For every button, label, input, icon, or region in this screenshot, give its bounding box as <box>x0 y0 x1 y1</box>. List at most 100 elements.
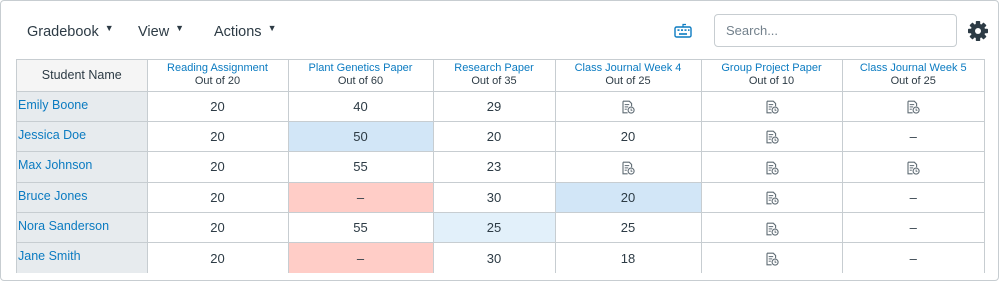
grade-cell[interactable]: – <box>287 242 434 274</box>
view-menu-button[interactable]: View ▼ <box>138 21 184 43</box>
points-possible: Out of 35 <box>471 75 517 88</box>
assignment-header[interactable]: Plant Genetics Paper Out of 60 <box>287 60 434 92</box>
grade-cell[interactable]: – <box>287 181 434 214</box>
grade-cell[interactable]: 20 <box>146 181 289 214</box>
grade-cell[interactable]: – <box>841 242 984 274</box>
grade-value: 25 <box>486 220 502 236</box>
assignment-name-link[interactable]: Plant Genetics Paper <box>289 62 433 75</box>
keyboard-shortcuts-button[interactable] <box>673 23 693 39</box>
assignment-name-link[interactable]: Reading Assignment <box>148 62 288 75</box>
grade-cell[interactable] <box>554 90 702 122</box>
grade-cell[interactable]: 55 <box>287 212 434 244</box>
grade-value: 55 <box>353 159 368 175</box>
student-name-link[interactable]: Bruce Jones <box>18 189 87 203</box>
assignment-header[interactable]: Research Paper Out of 35 <box>432 60 556 92</box>
student-row: Bruce Jones 20 – 30 20 – <box>17 181 984 214</box>
assignment-name-link[interactable]: Class Journal Week 5 <box>843 62 985 75</box>
grade-cell[interactable]: 23 <box>432 151 556 183</box>
actions-menu-button[interactable]: Actions ▼ <box>214 21 276 43</box>
grade-cell[interactable] <box>700 151 843 183</box>
student-name-header[interactable]: Student Name <box>17 60 148 92</box>
grade-cell[interactable]: 29 <box>432 90 556 122</box>
grade-cell[interactable]: 20 <box>554 120 702 153</box>
student-cell: Nora Sanderson <box>17 212 148 244</box>
assignment-header[interactable]: Reading Assignment Out of 20 <box>146 60 289 92</box>
grade-cell[interactable]: 30 <box>432 242 556 274</box>
gradebook-menu-label: Gradebook <box>27 24 99 40</box>
student-row: Jessica Doe 20 50 20 20 – <box>17 120 984 153</box>
grade-value: 40 <box>353 98 368 114</box>
grade-cell[interactable]: 20 <box>146 151 289 183</box>
caret-down-icon: ▼ <box>104 23 114 33</box>
grade-cell[interactable]: 20 <box>146 120 289 153</box>
points-possible: Out of 10 <box>748 75 795 88</box>
grade-cell[interactable] <box>554 151 702 183</box>
grade-cell[interactable] <box>841 151 984 183</box>
grade-cell[interactable]: 18 <box>554 242 702 274</box>
grade-cell[interactable]: – <box>841 212 984 244</box>
grade-cell[interactable] <box>700 120 843 153</box>
gradebook-menu-button[interactable]: Gradebook ▼ <box>27 21 114 43</box>
student-name-link[interactable]: Emily Boone <box>18 98 88 112</box>
grade-value: 30 <box>486 250 502 266</box>
submission-icon <box>622 100 635 114</box>
grades-body: Emily Boone 20 40 29 Jessica Doe 20 50 20 20 – Max… <box>17 90 984 274</box>
student-cell: Bruce Jones <box>17 181 148 214</box>
grade-value: 20 <box>620 129 636 145</box>
points-possible: Out of 25 <box>890 75 936 88</box>
grade-value: 25 <box>620 220 636 236</box>
keyboard-icon <box>674 23 692 38</box>
submission-icon <box>907 100 920 114</box>
grade-cell[interactable] <box>841 90 984 122</box>
grade-cell[interactable]: 50 <box>287 120 434 153</box>
grade-cell[interactable] <box>700 90 843 122</box>
submission-icon <box>622 161 635 175</box>
grade-value: 20 <box>210 220 225 236</box>
submission-icon <box>765 100 779 114</box>
settings-button[interactable] <box>967 20 989 42</box>
grade-value: 20 <box>210 250 225 266</box>
grade-cell[interactable]: 25 <box>554 212 702 244</box>
assignment-header[interactable]: Group Project Paper Out of 10 <box>700 60 843 92</box>
assignment-header[interactable]: Class Journal Week 4 Out of 25 <box>554 60 702 92</box>
student-name-link[interactable]: Nora Sanderson <box>18 219 109 233</box>
grade-value: 18 <box>620 250 636 266</box>
student-row: Jane Smith 20 – 30 18 – <box>17 242 984 274</box>
assignment-name-link[interactable]: Group Project Paper <box>702 62 842 75</box>
assignment-name-link[interactable]: Research Paper <box>434 62 555 75</box>
grade-cell[interactable]: 30 <box>432 181 556 214</box>
grade-cell[interactable]: 20 <box>146 242 289 274</box>
grade-cell[interactable]: 20 <box>146 212 289 244</box>
gear-icon <box>968 21 988 41</box>
grade-cell[interactable]: – <box>841 181 984 214</box>
points-possible: Out of 60 <box>337 75 384 88</box>
student-name-link[interactable]: Max Johnson <box>18 158 92 172</box>
view-menu-label: View <box>138 24 170 40</box>
grade-cell[interactable]: 20 <box>554 181 702 214</box>
grade-value: 20 <box>486 129 502 145</box>
grade-value: – <box>909 250 917 266</box>
student-row: Emily Boone 20 40 29 <box>17 90 984 122</box>
student-name-link[interactable]: Jessica Doe <box>18 128 86 142</box>
assignment-header[interactable]: Class Journal Week 5 Out of 25 <box>841 60 985 92</box>
grade-value: 30 <box>486 189 502 205</box>
grade-cell[interactable]: 20 <box>432 120 556 153</box>
student-name-link[interactable]: Jane Smith <box>18 249 81 263</box>
points-possible: Out of 25 <box>605 75 651 88</box>
grade-cell[interactable]: 25 <box>432 212 556 244</box>
grade-cell[interactable]: 20 <box>146 90 289 122</box>
assignment-name-link[interactable]: Class Journal Week 4 <box>556 62 701 75</box>
grade-cell[interactable]: – <box>841 120 984 153</box>
grade-value: – <box>909 220 917 236</box>
grade-cell[interactable] <box>700 181 843 214</box>
grade-cell[interactable]: 55 <box>287 151 434 183</box>
grade-value: 29 <box>486 98 502 114</box>
grade-cell[interactable]: 40 <box>287 90 434 122</box>
search-input[interactable] <box>714 14 957 47</box>
grade-cell[interactable] <box>700 242 843 274</box>
grade-value: – <box>356 250 365 266</box>
grade-cell[interactable] <box>700 212 843 244</box>
gradebook-window: Gradebook ▼ View ▼ Actions ▼ Search... S… <box>0 0 999 281</box>
submission-icon <box>765 161 779 175</box>
grade-value: 20 <box>620 189 636 205</box>
